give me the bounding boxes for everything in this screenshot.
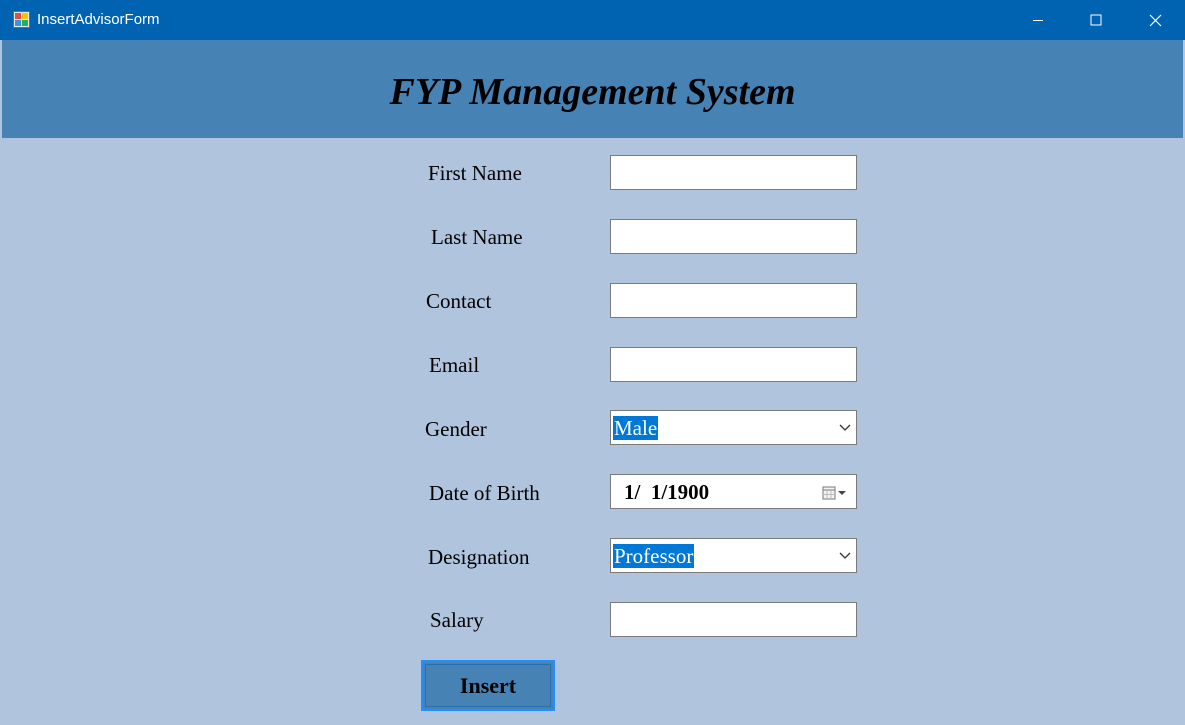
first-name-input[interactable] — [611, 156, 856, 189]
minimize-button[interactable] — [1009, 0, 1067, 40]
contact-label: Contact — [426, 289, 492, 313]
insert-button[interactable]: Insert — [421, 660, 555, 711]
salary-label: Salary — [430, 608, 484, 632]
window-title: InsertAdvisorForm — [37, 11, 160, 28]
page-title: FYP Management System — [389, 71, 796, 113]
contact-input[interactable] — [611, 284, 856, 317]
dob-value: 1/ 1/1900 — [624, 480, 710, 504]
salary-field-box — [610, 602, 857, 637]
last-name-field-box — [610, 219, 857, 254]
designation-dropdown[interactable]: Professor — [610, 538, 857, 573]
dob-date-picker[interactable]: 1/ 1/1900 — [610, 474, 857, 509]
chevron-down-icon — [839, 552, 851, 559]
salary-input[interactable] — [611, 603, 856, 636]
email-input[interactable] — [611, 348, 856, 381]
gender-dropdown[interactable]: Male — [610, 410, 857, 445]
window-titlebar: InsertAdvisorForm — [0, 0, 1185, 40]
close-icon — [1149, 14, 1161, 26]
maximize-button[interactable] — [1067, 0, 1125, 40]
last-name-input[interactable] — [611, 220, 856, 253]
chevron-down-icon — [839, 424, 851, 431]
close-button[interactable] — [1126, 0, 1184, 40]
header-banner: FYP Management System — [2, 40, 1183, 138]
minimize-icon — [1033, 20, 1043, 21]
first-name-label: First Name — [428, 161, 522, 185]
contact-field-box — [610, 283, 857, 318]
first-name-field-box — [610, 155, 857, 190]
gender-label: Gender — [425, 417, 487, 441]
designation-selected-value: Professor — [613, 544, 695, 568]
designation-label: Designation — [428, 545, 530, 569]
form-panel — [2, 138, 1183, 725]
last-name-label: Last Name — [431, 225, 523, 249]
email-label: Email — [429, 353, 480, 377]
gender-selected-value: Male — [613, 416, 659, 440]
calendar-dropdown-icon[interactable] — [822, 485, 848, 501]
insert-button-label: Insert — [425, 664, 551, 707]
app-form-icon — [13, 11, 30, 28]
email-field-box — [610, 347, 857, 382]
dob-label: Date of Birth — [429, 481, 540, 505]
maximize-icon — [1090, 14, 1102, 26]
